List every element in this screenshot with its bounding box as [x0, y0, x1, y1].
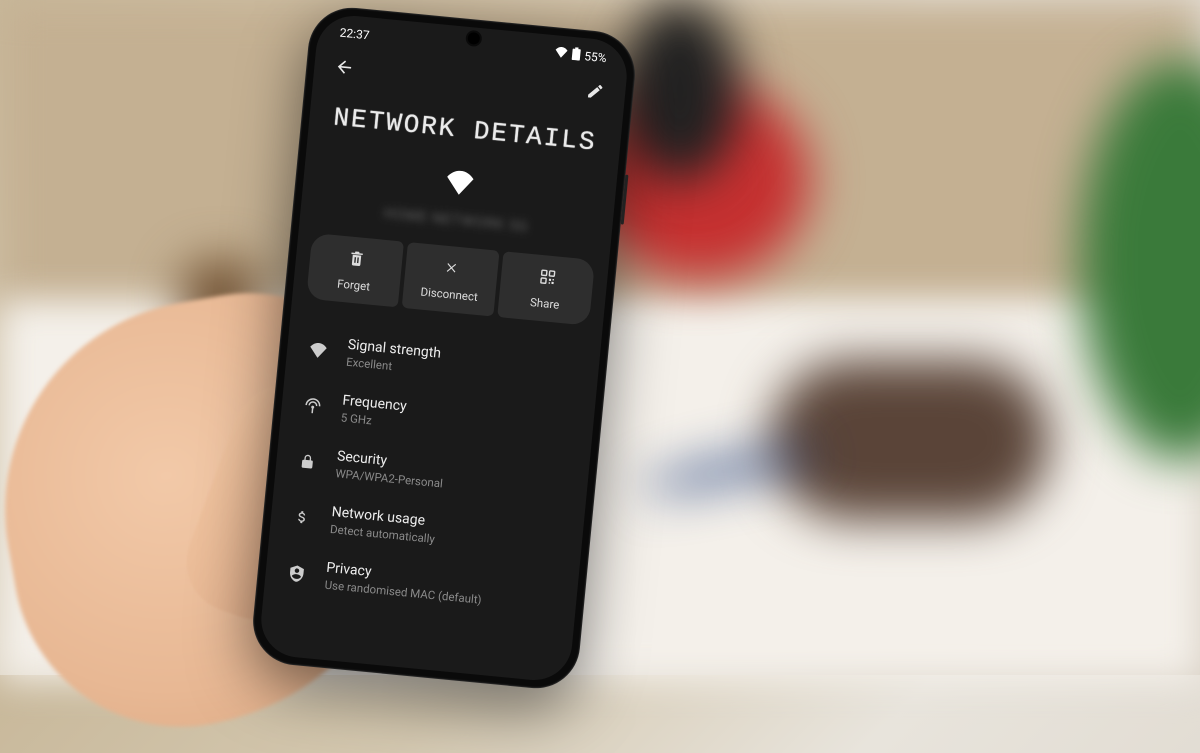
disconnect-label: Disconnect	[420, 285, 479, 304]
phone-frame: 22:37 55% NETWO	[249, 4, 639, 692]
close-icon	[442, 259, 461, 282]
dollar-icon	[290, 507, 314, 527]
wifi-status-icon	[554, 46, 568, 61]
background-sunglasses	[770, 360, 1050, 520]
edit-button[interactable]	[582, 78, 608, 104]
forget-button[interactable]: Forget	[306, 233, 404, 308]
disconnect-button[interactable]: Disconnect	[402, 242, 500, 317]
lock-icon	[296, 451, 320, 471]
forget-label: Forget	[337, 277, 371, 294]
privacy-icon	[285, 563, 309, 583]
frequency-icon	[301, 396, 325, 416]
background-pens	[620, 0, 740, 180]
wifi-icon	[307, 341, 330, 358]
back-button[interactable]	[331, 54, 357, 80]
share-button[interactable]: Share	[497, 251, 595, 326]
screen: 22:37 55% NETWO	[258, 13, 630, 684]
trash-icon	[346, 249, 365, 272]
qr-icon	[538, 268, 557, 291]
battery-percent: 55%	[584, 49, 608, 65]
share-label: Share	[529, 295, 560, 312]
battery-status-icon	[571, 47, 581, 64]
status-time: 22:37	[339, 26, 370, 43]
